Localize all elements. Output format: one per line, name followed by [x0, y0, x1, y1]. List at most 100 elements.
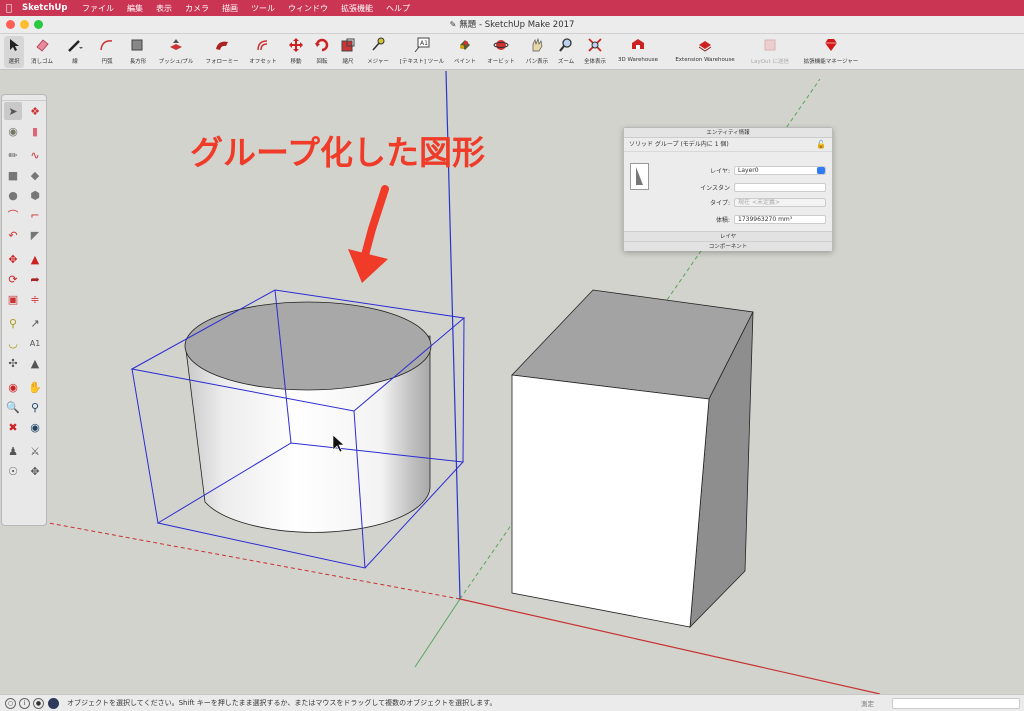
- 3d-warehouse-button[interactable]: 3D Warehouse: [612, 36, 664, 68]
- menu-help[interactable]: ヘルプ: [379, 3, 416, 14]
- palette-polygon-icon[interactable]: ⬢: [26, 186, 44, 204]
- palette-arc2-icon[interactable]: ⌐: [26, 206, 44, 224]
- mac-menubar:  SketchUp ファイル 編集 表示 カメラ 描画 ツール ウィンドウ 拡…: [0, 0, 1024, 16]
- close-button[interactable]: [6, 20, 15, 29]
- palette-offset-icon[interactable]: ≑: [26, 290, 44, 308]
- minimize-button[interactable]: [20, 20, 29, 29]
- extension-warehouse-button[interactable]: Extension Warehouse: [667, 36, 743, 68]
- followme-tool[interactable]: フォローミー: [203, 36, 241, 68]
- select-label: 選択: [8, 59, 20, 65]
- offset-tool[interactable]: オフセット: [247, 36, 279, 68]
- palette-eraser-icon[interactable]: ▮: [26, 122, 44, 140]
- layer-section-header[interactable]: レイヤ: [624, 231, 832, 241]
- palette-text-icon[interactable]: A1: [26, 334, 44, 352]
- palette-zoom-icon[interactable]: 🔍: [4, 398, 22, 416]
- palette-followme-icon[interactable]: ➦: [26, 270, 44, 288]
- palette-axes-icon[interactable]: ✣: [4, 354, 22, 372]
- palette-look-around-icon[interactable]: ☉: [4, 462, 22, 480]
- volume-value: 1739963270 mm³: [734, 215, 826, 224]
- palette-freehand-icon[interactable]: ∿: [26, 146, 44, 164]
- palette-rectangle-icon[interactable]: ■: [4, 166, 22, 184]
- palette-zoom-window-icon[interactable]: ⚲: [26, 398, 44, 416]
- palette-component-icon[interactable]: ❖: [26, 102, 44, 120]
- cube-solid[interactable]: [511, 289, 754, 629]
- model-canvas[interactable]: [0, 70, 1024, 695]
- arc-tool[interactable]: 円弧: [95, 36, 119, 68]
- palette-previous-view-icon[interactable]: ◉: [26, 418, 44, 436]
- palette-row: ✏ ∿: [2, 145, 46, 165]
- tape-measure-tool[interactable]: メジャー: [363, 36, 393, 68]
- palette-rotate-icon[interactable]: ⟳: [4, 270, 22, 288]
- instructor-icon[interactable]: [48, 697, 59, 709]
- palette-move-icon[interactable]: ✥: [4, 250, 22, 268]
- user-icon[interactable]: ●: [33, 697, 44, 709]
- pan-tool[interactable]: パン表示: [522, 36, 552, 68]
- layer-select[interactable]: Layer0: [734, 166, 826, 175]
- palette-rotated-rect-icon[interactable]: ◆: [26, 166, 44, 184]
- palette-protractor-icon[interactable]: ◡: [4, 334, 22, 352]
- menu-draw[interactable]: 描画: [215, 3, 244, 14]
- palette-orbit-icon[interactable]: ◉: [4, 378, 22, 396]
- menu-file[interactable]: ファイル: [75, 3, 120, 14]
- palette-position-camera-icon[interactable]: ♟: [4, 442, 22, 460]
- palette-line-icon[interactable]: ✏: [4, 146, 22, 164]
- app-menu[interactable]: SketchUp: [18, 3, 75, 13]
- instance-field[interactable]: [734, 183, 826, 192]
- palette-arc-icon[interactable]: ⌒: [4, 206, 22, 224]
- palette-arc3-icon[interactable]: ↶: [4, 226, 22, 244]
- geolocation-icon[interactable]: ○: [5, 697, 16, 709]
- zoom-tool[interactable]: ズーム: [554, 36, 578, 68]
- palette-paint-icon[interactable]: ◉: [4, 122, 22, 140]
- zoom-extents-tool[interactable]: 全体表示: [580, 36, 610, 68]
- orbit-tool[interactable]: オービット: [485, 36, 517, 68]
- window-titlebar: ✎ 無題 - SketchUp Make 2017: [0, 16, 1024, 34]
- palette-zoom-extents-icon[interactable]: ✖: [4, 418, 22, 436]
- palette-circle-icon[interactable]: ●: [4, 186, 22, 204]
- lock-icon[interactable]: 🔓: [816, 138, 826, 152]
- apple-icon[interactable]: : [0, 3, 18, 14]
- scale-tool[interactable]: 縮尺: [338, 36, 358, 68]
- menu-edit[interactable]: 編集: [120, 3, 149, 14]
- select-tool[interactable]: 選択: [4, 36, 24, 68]
- menu-tools[interactable]: ツール: [244, 3, 281, 14]
- palette-section-plane-icon[interactable]: ✥: [26, 462, 44, 480]
- scale-label: 縮尺: [342, 59, 354, 65]
- info-icon[interactable]: i: [19, 697, 30, 709]
- paint-tool[interactable]: ペイント: [452, 36, 478, 68]
- menu-camera[interactable]: カメラ: [178, 3, 215, 14]
- cylinder-group[interactable]: [130, 289, 466, 569]
- offset-label: オフセット: [249, 59, 277, 65]
- component-section-header[interactable]: コンポーネント: [624, 241, 832, 251]
- viewport-3d[interactable]: [0, 70, 1024, 695]
- eraser-label: 消しゴム: [30, 59, 53, 65]
- extension-manager-button[interactable]: 拡張機能マネージャー: [798, 36, 864, 68]
- text-tool[interactable]: A1 [テキスト] ツール: [396, 36, 448, 68]
- rotate-tool[interactable]: 回転: [312, 36, 332, 68]
- eraser-tool[interactable]: 消しゴム: [29, 36, 55, 68]
- measurements-input[interactable]: [892, 698, 1020, 709]
- palette-select-icon[interactable]: ➤: [4, 102, 22, 120]
- menu-window[interactable]: ウィンドウ: [281, 3, 334, 14]
- menu-view[interactable]: 表示: [149, 3, 178, 14]
- pushpull-label: プッシュ/プル: [158, 59, 194, 65]
- palette-scale-icon[interactable]: ▣: [4, 290, 22, 308]
- palette-tape-icon[interactable]: ⚲: [4, 314, 22, 332]
- layer-label: レイヤ:: [710, 168, 730, 175]
- type-select[interactable]: 現在 <未定義>: [734, 198, 826, 207]
- palette-row: ✖ ◉: [2, 417, 46, 437]
- palette-pan-icon[interactable]: ✋: [26, 378, 44, 396]
- select-arrow-icon: [5, 36, 23, 54]
- palette-3dtext-icon[interactable]: ▲: [26, 354, 44, 372]
- palette-pushpull-icon[interactable]: ▲: [26, 250, 44, 268]
- menu-extensions[interactable]: 拡張機能: [334, 3, 379, 14]
- rectangle-tool[interactable]: 長方形: [126, 36, 150, 68]
- line-tool[interactable]: 線: [64, 36, 86, 68]
- pushpull-tool[interactable]: プッシュ/プル: [157, 36, 195, 68]
- palette-walk-icon[interactable]: ⚔: [26, 442, 44, 460]
- move-tool[interactable]: 移動: [286, 36, 306, 68]
- zoom-button[interactable]: [34, 20, 43, 29]
- send-to-layout-button[interactable]: LayOut に送信: [745, 36, 795, 68]
- palette-pie-icon[interactable]: ◤: [26, 226, 44, 244]
- palette-row: ▣ ≑: [2, 289, 46, 309]
- palette-dimension-icon[interactable]: ↗: [26, 314, 44, 332]
